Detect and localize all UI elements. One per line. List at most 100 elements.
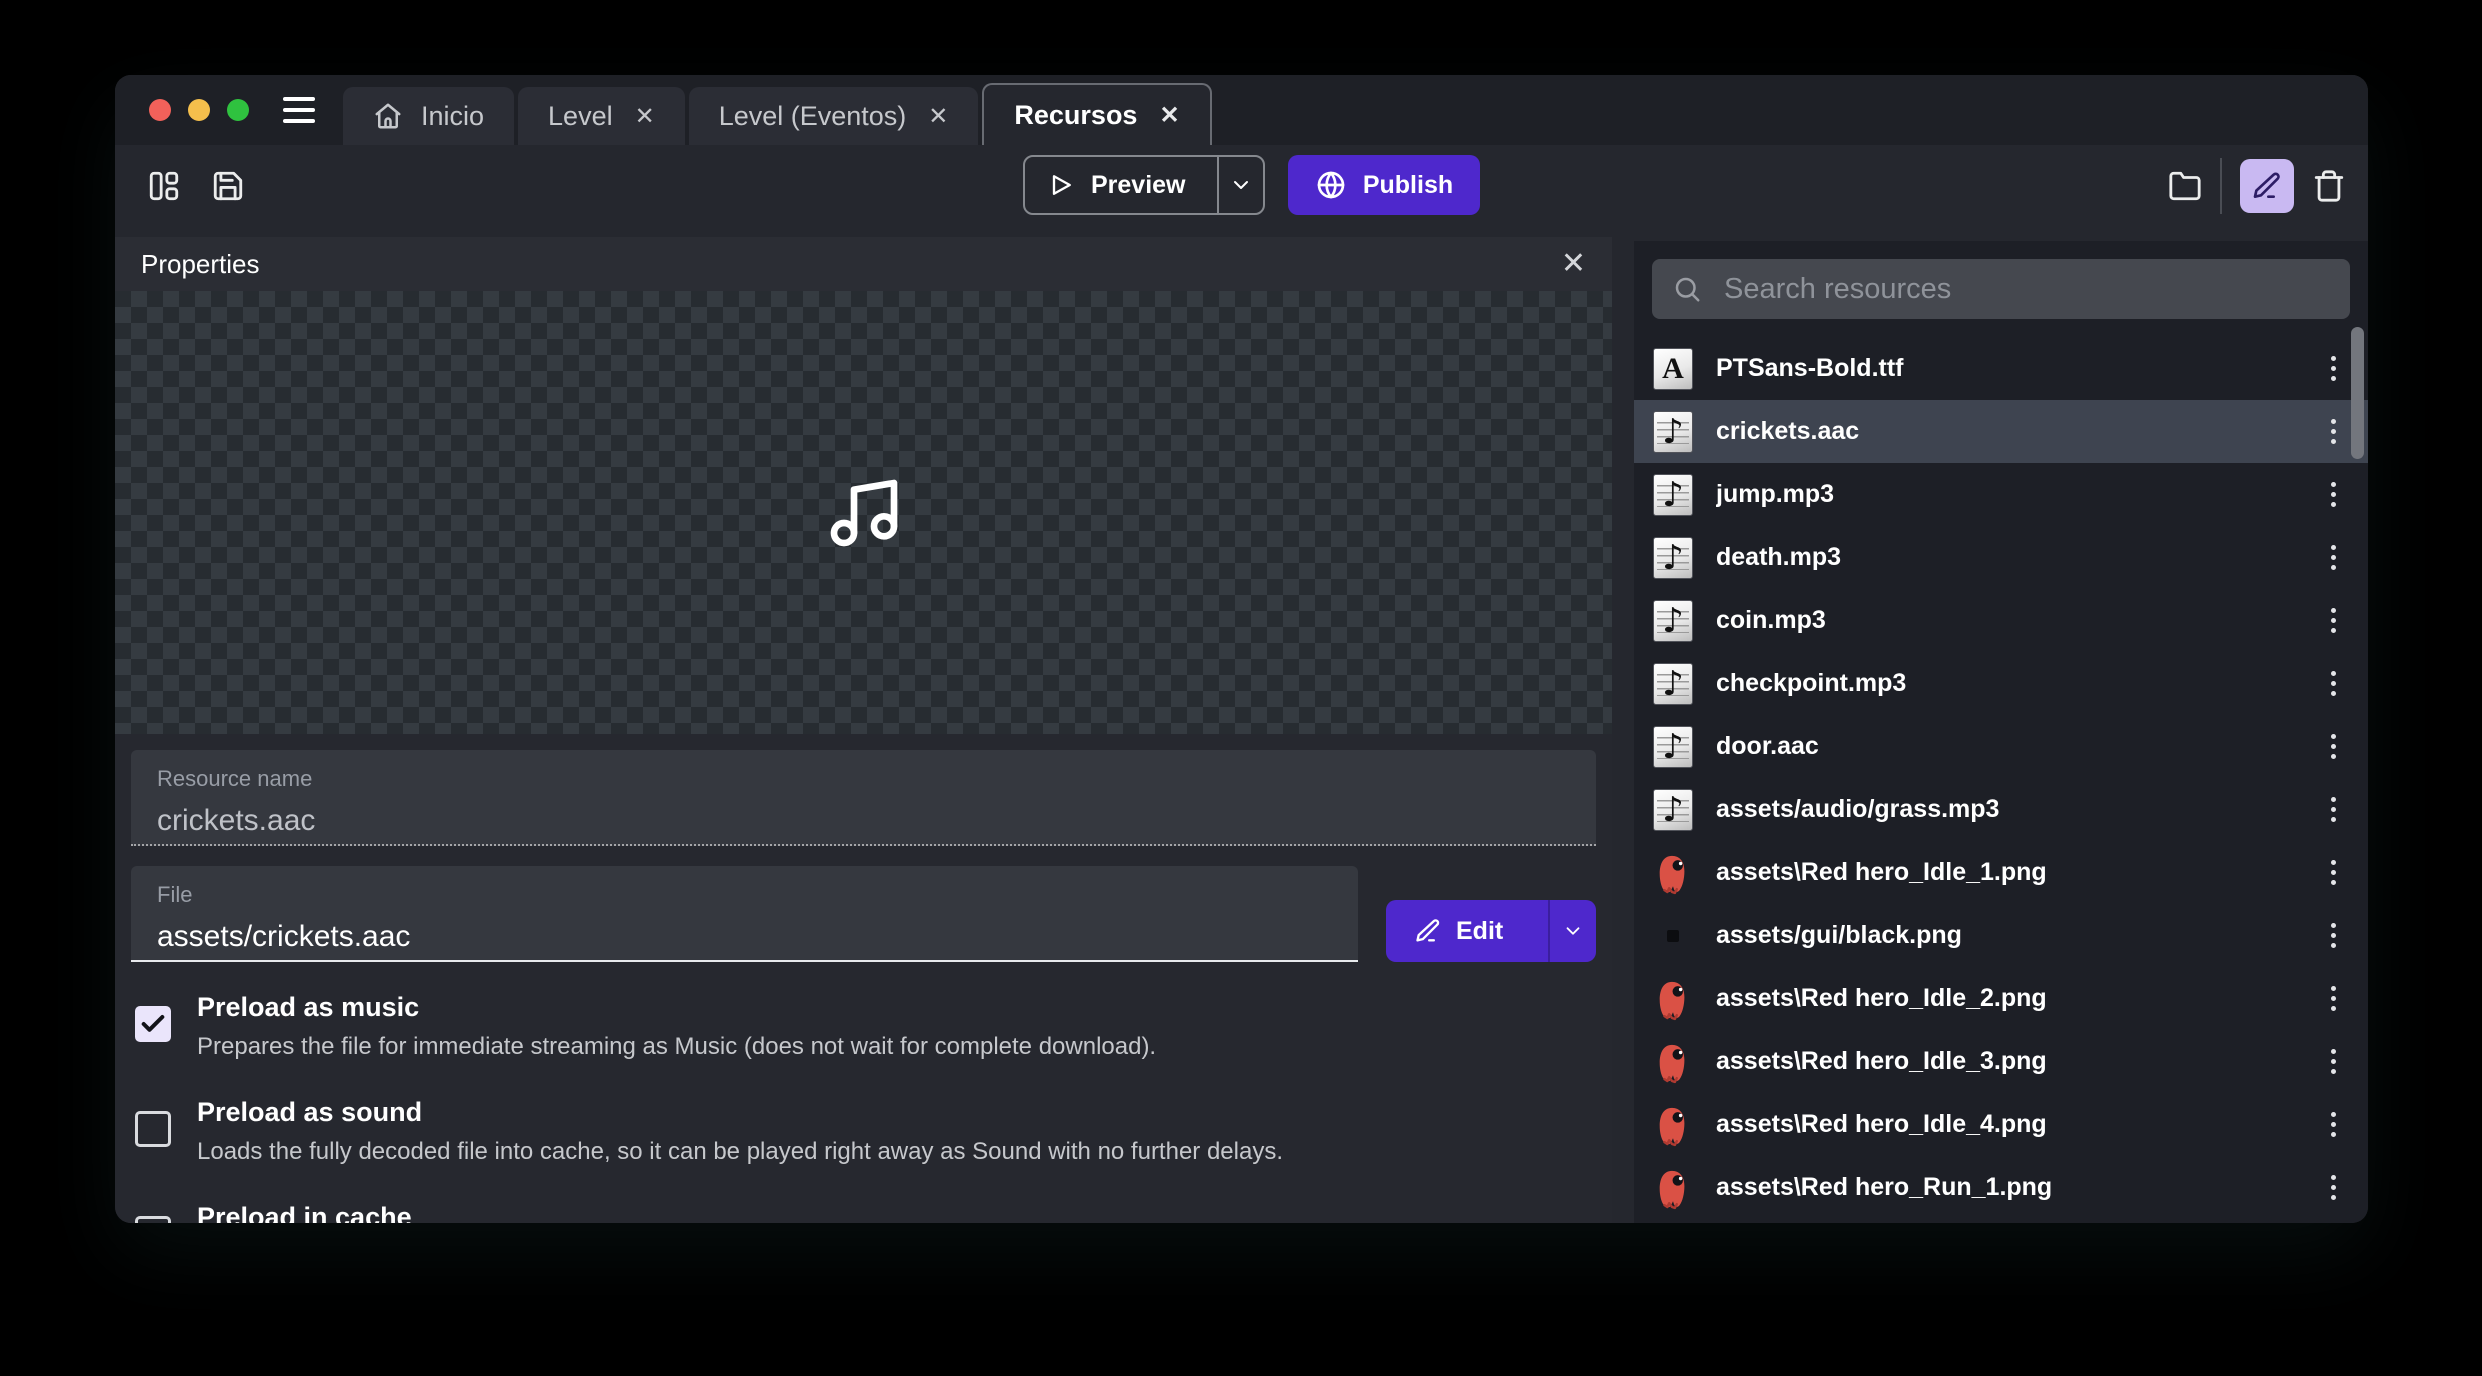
resource-name: assets\Red hero_Run_1.png xyxy=(1716,1173,2325,1202)
option-label: Preload as music xyxy=(197,992,1156,1023)
tab[interactable]: Level (Eventos) ✕ xyxy=(689,87,979,145)
resource-row[interactable]: ♪ door.aac xyxy=(1634,715,2368,778)
edit-mode-button[interactable] xyxy=(2240,159,2294,213)
resource-thumbnail xyxy=(1652,1104,1694,1146)
kebab-menu-icon[interactable] xyxy=(2325,917,2342,954)
resource-name-field[interactable]: Resource name crickets.aac xyxy=(131,750,1596,846)
save-icon[interactable] xyxy=(211,169,245,203)
edit-button[interactable]: Edit xyxy=(1386,900,1596,962)
tab-bar: Inicio Level ✕ Level (Eventos) ✕ Recurso… xyxy=(115,75,2368,145)
file-value: assets/crickets.aac xyxy=(157,920,1332,954)
search-box xyxy=(1652,259,2350,319)
option-description: Prepares the file for immediate streamin… xyxy=(197,1033,1156,1061)
globe-icon xyxy=(1315,169,1347,201)
tab[interactable]: Recursos ✕ xyxy=(982,83,1211,145)
resource-name: PTSans-Bold.ttf xyxy=(1716,354,2325,383)
kebab-menu-icon[interactable] xyxy=(2325,476,2342,513)
zoom-window-button[interactable] xyxy=(227,99,249,121)
app-window: Inicio Level ✕ Level (Eventos) ✕ Recurso… xyxy=(115,75,2368,1223)
resource-thumbnail xyxy=(1652,852,1694,894)
resource-thumbnail: ♪ xyxy=(1652,663,1694,705)
kebab-menu-icon[interactable] xyxy=(2325,665,2342,702)
kebab-menu-icon[interactable] xyxy=(2325,980,2342,1017)
audio-file-icon: ♪ xyxy=(1653,411,1693,453)
resource-row[interactable]: assets\Red hero_Run_1.png xyxy=(1634,1156,2368,1219)
resource-row[interactable]: assets\Red hero_Idle_3.png xyxy=(1634,1030,2368,1093)
resource-row[interactable]: assets\Red hero_Idle_1.png xyxy=(1634,841,2368,904)
kebab-menu-icon[interactable] xyxy=(2325,854,2342,891)
preview-button[interactable]: Preview xyxy=(1023,155,1265,215)
preload-option-row: Preload as music Prepares the file for i… xyxy=(135,992,1592,1061)
tab[interactable]: Level ✕ xyxy=(518,87,685,145)
resource-row[interactable]: assets\Red hero_Idle_2.png xyxy=(1634,967,2368,1030)
resource-row[interactable]: ♪ death.mp3 xyxy=(1634,526,2368,589)
sprite-thumbnail xyxy=(1654,851,1692,895)
tabs: Inicio Level ✕ Level (Eventos) ✕ Recurso… xyxy=(343,75,1216,145)
pencil-icon xyxy=(1414,917,1442,945)
resource-name-value: crickets.aac xyxy=(157,804,1570,838)
audio-file-icon: ♪ xyxy=(1653,474,1693,516)
kebab-menu-icon[interactable] xyxy=(2325,539,2342,576)
checkbox[interactable] xyxy=(135,1006,171,1042)
resource-thumbnail xyxy=(1652,915,1694,957)
kebab-menu-icon[interactable] xyxy=(2325,728,2342,765)
trash-icon[interactable] xyxy=(2312,169,2346,203)
resource-name: assets\Red hero_Idle_2.png xyxy=(1716,984,2325,1013)
home-icon xyxy=(373,101,403,131)
option-description: Loads the fully decoded file into cache,… xyxy=(197,1138,1283,1166)
resource-row[interactable]: ♪ crickets.aac xyxy=(1634,400,2368,463)
resource-row[interactable]: A PTSans-Bold.ttf xyxy=(1634,337,2368,400)
menu-hamburger-icon[interactable] xyxy=(283,97,315,123)
preview-label: Preview xyxy=(1091,171,1217,200)
font-file-icon: A xyxy=(1653,348,1693,390)
kebab-menu-icon[interactable] xyxy=(2325,1169,2342,1206)
resource-thumbnail: ♪ xyxy=(1652,537,1694,579)
chevron-down-icon[interactable] xyxy=(1562,920,1584,942)
checkmark-icon xyxy=(139,1010,167,1038)
resource-row[interactable]: ♪ assets/audio/grass.mp3 xyxy=(1634,778,2368,841)
file-field[interactable]: File assets/crickets.aac xyxy=(131,866,1358,962)
resource-name: checkpoint.mp3 xyxy=(1716,669,2325,698)
chevron-down-icon[interactable] xyxy=(1229,173,1253,197)
checkbox[interactable] xyxy=(135,1216,171,1223)
resource-row[interactable]: assets\Red hero_Idle_4.png xyxy=(1634,1093,2368,1156)
resource-thumbnail: ♪ xyxy=(1652,474,1694,516)
audio-file-icon: ♪ xyxy=(1653,537,1693,579)
checkbox[interactable] xyxy=(135,1111,171,1147)
kebab-menu-icon[interactable] xyxy=(2325,791,2342,828)
resource-row[interactable]: ♪ checkpoint.mp3 xyxy=(1634,652,2368,715)
search-input[interactable] xyxy=(1724,273,2330,306)
tab-close-icon[interactable]: ✕ xyxy=(1155,101,1179,130)
edit-label: Edit xyxy=(1456,917,1548,946)
resource-row[interactable]: ♪ coin.mp3 xyxy=(1634,589,2368,652)
resource-thumbnail: A xyxy=(1652,348,1694,390)
resource-name: coin.mp3 xyxy=(1716,606,2325,635)
properties-header: Properties ✕ xyxy=(115,237,1612,291)
resource-thumbnail: ♪ xyxy=(1652,411,1694,453)
resource-row[interactable]: assets/gui/black.png xyxy=(1634,904,2368,967)
kebab-menu-icon[interactable] xyxy=(2325,350,2342,387)
sprite-thumbnail xyxy=(1654,1040,1692,1084)
folder-icon[interactable] xyxy=(2168,169,2202,203)
kebab-menu-icon[interactable] xyxy=(2325,1106,2342,1143)
kebab-menu-icon[interactable] xyxy=(2325,1043,2342,1080)
toolbar: Preview Publish xyxy=(115,145,2368,227)
layout-panels-icon[interactable] xyxy=(147,169,181,203)
publish-button[interactable]: Publish xyxy=(1288,155,1480,215)
tab-label: Level xyxy=(548,101,613,132)
scrollbar-thumb[interactable] xyxy=(2351,327,2364,459)
minimize-window-button[interactable] xyxy=(188,99,210,121)
close-window-button[interactable] xyxy=(149,99,171,121)
kebab-menu-icon[interactable] xyxy=(2325,413,2342,450)
tab-label: Recursos xyxy=(1014,100,1137,131)
resource-name: crickets.aac xyxy=(1716,417,2325,446)
kebab-menu-icon[interactable] xyxy=(2325,602,2342,639)
resource-row[interactable]: ♪ jump.mp3 xyxy=(1634,463,2368,526)
tab-close-icon[interactable]: ✕ xyxy=(924,102,948,131)
close-icon[interactable]: ✕ xyxy=(1561,249,1586,279)
resource-name: door.aac xyxy=(1716,732,2325,761)
tab-close-icon[interactable]: ✕ xyxy=(631,102,655,131)
resource-thumbnail: ♪ xyxy=(1652,789,1694,831)
resource-name: assets/audio/grass.mp3 xyxy=(1716,795,2325,824)
tab[interactable]: Inicio xyxy=(343,87,514,145)
